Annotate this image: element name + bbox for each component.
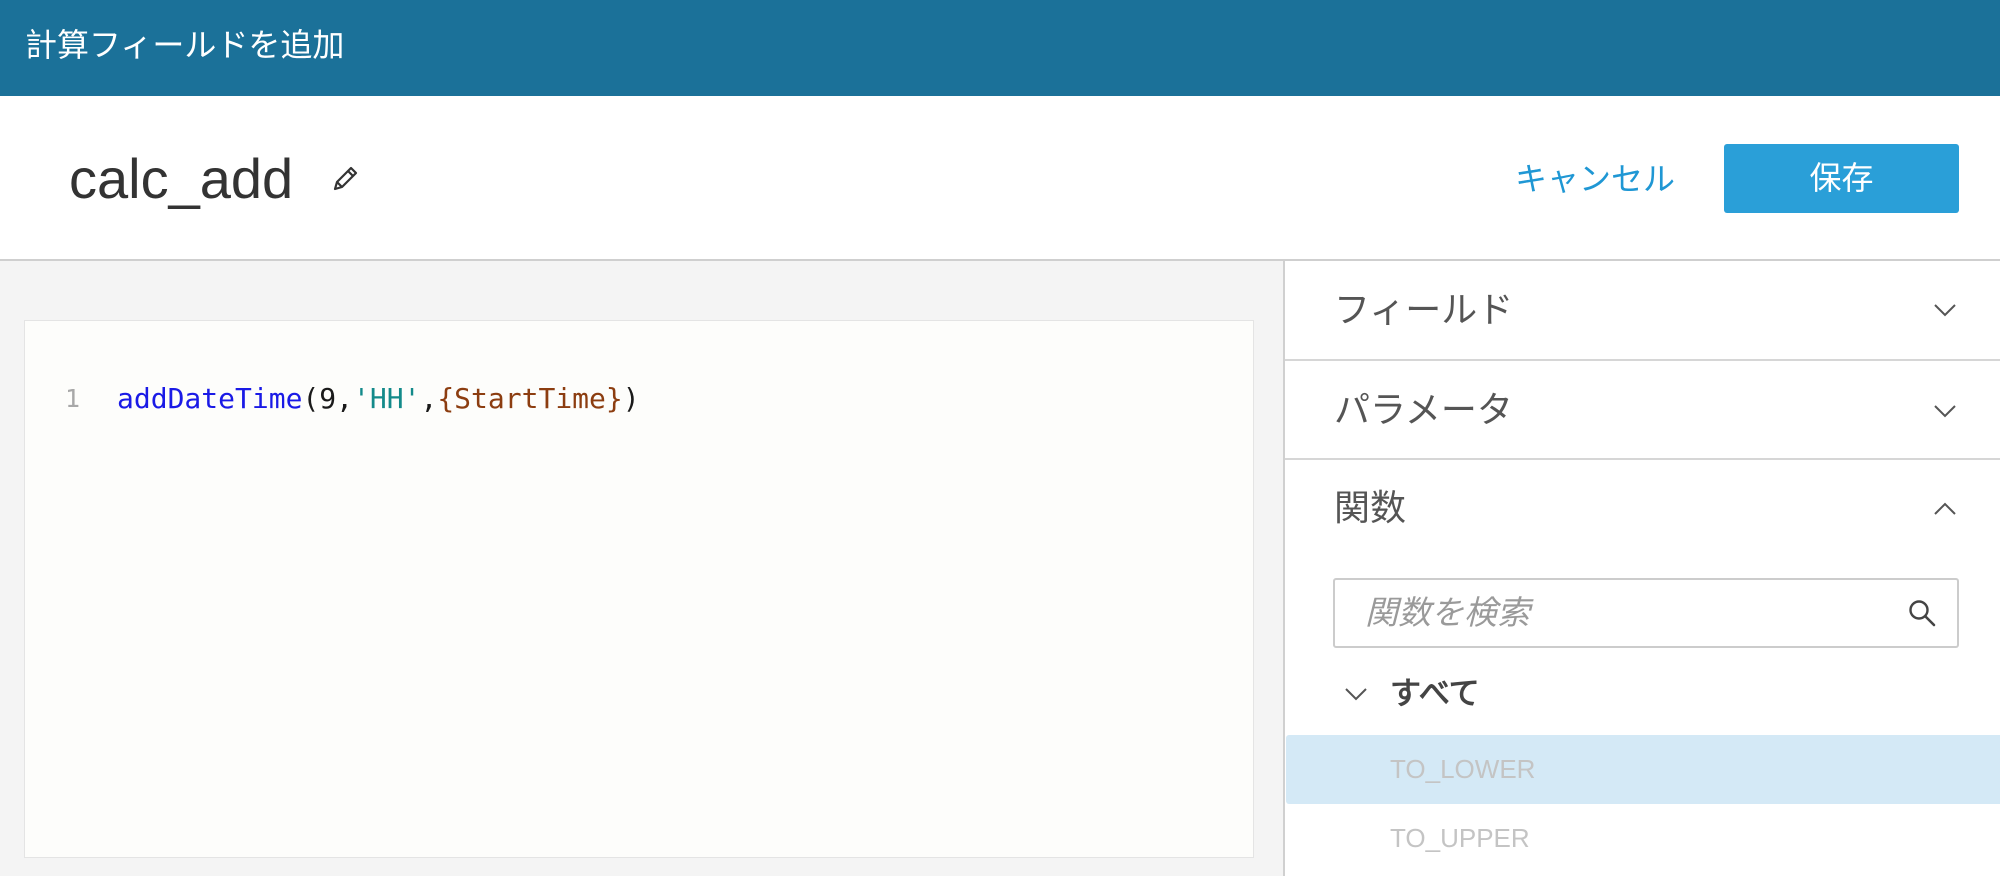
name-bar: calc_add キャンセル 保存 bbox=[0, 96, 2000, 261]
line-code: addDateTime(9,'HH',{StartTime}) bbox=[117, 382, 640, 416]
section-fields[interactable]: フィールド bbox=[1285, 261, 2000, 361]
chevron-down-icon bbox=[1934, 405, 1956, 418]
section-functions[interactable]: 関数 bbox=[1285, 460, 2000, 556]
pencil-icon[interactable] bbox=[329, 163, 361, 195]
function-item-label: TO_UPPER bbox=[1390, 823, 1530, 853]
chevron-up-icon bbox=[1934, 502, 1956, 515]
code-token-string: 'HH' bbox=[353, 382, 421, 415]
sidebar: フィールド パラメータ 関数 すべて TO_LOWER TO_UPPER bbox=[1283, 261, 2000, 876]
code-token-field: {StartTime} bbox=[437, 382, 623, 415]
category-label: すべて bbox=[1390, 676, 1480, 711]
function-item[interactable]: TO_LOWER bbox=[1286, 735, 2000, 804]
dialog-header: 計算フィールドを追加 bbox=[0, 0, 2000, 96]
code-token-punctuation: ) bbox=[622, 382, 640, 415]
code-token-punctuation: , bbox=[420, 382, 438, 415]
code-line: 1 addDateTime(9,'HH',{StartTime}) bbox=[25, 382, 1253, 416]
function-item[interactable]: TO_UPPER bbox=[1286, 804, 2000, 873]
code-token-function: addDateTime bbox=[117, 382, 303, 415]
section-parameters[interactable]: パラメータ bbox=[1285, 361, 2000, 460]
function-search-input[interactable] bbox=[1335, 580, 1895, 646]
line-number: 1 bbox=[65, 384, 81, 413]
code-token-punctuation: (9, bbox=[302, 382, 354, 415]
chevron-down-icon bbox=[1934, 304, 1956, 317]
formula-editor[interactable]: 1 addDateTime(9,'HH',{StartTime}) bbox=[24, 320, 1254, 858]
chevron-down-icon bbox=[1345, 688, 1367, 701]
section-label: パラメータ bbox=[1334, 389, 1513, 430]
function-category-all[interactable]: すべて bbox=[1285, 670, 2000, 718]
save-button[interactable]: 保存 bbox=[1724, 144, 1959, 213]
section-label: 関数 bbox=[1334, 487, 1407, 528]
dialog-title: 計算フィールドを追加 bbox=[25, 27, 345, 63]
search-icon bbox=[1909, 600, 1936, 627]
cancel-button[interactable]: キャンセル bbox=[1515, 96, 1675, 262]
section-label: フィールド bbox=[1334, 289, 1514, 330]
function-search bbox=[1333, 578, 1959, 648]
calculated-field-name: calc_add bbox=[69, 147, 294, 210]
function-item-label: TO_LOWER bbox=[1390, 754, 1536, 784]
editor-panel: 1 addDateTime(9,'HH',{StartTime}) bbox=[0, 261, 1283, 876]
